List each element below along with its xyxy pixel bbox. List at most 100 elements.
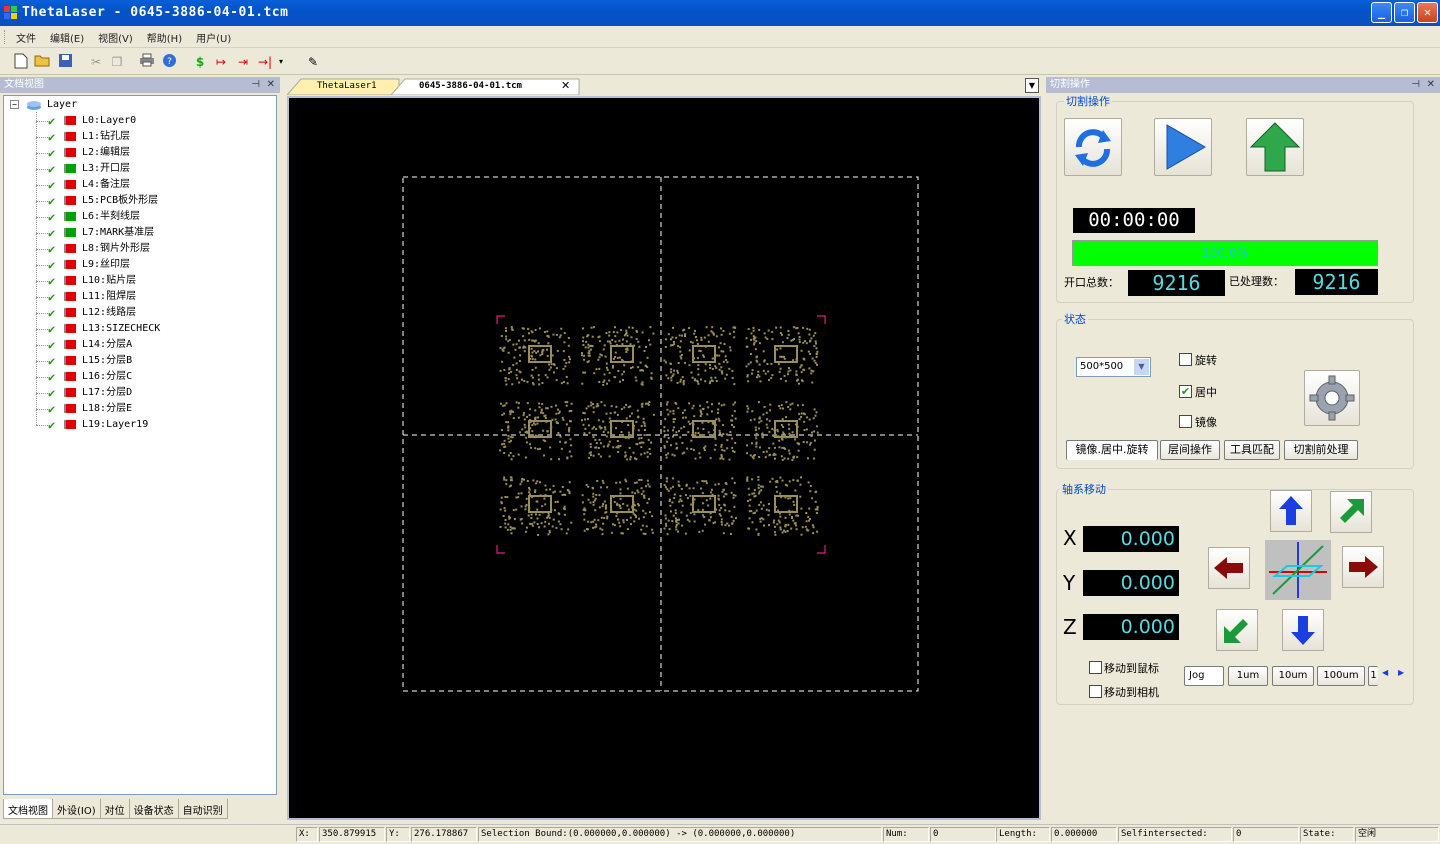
move-right-button[interactable] (1342, 546, 1384, 588)
move-to-camera-checkbox[interactable] (1089, 685, 1102, 698)
red-flag-icon[interactable] (64, 244, 76, 253)
visible-check-icon[interactable]: ✔ (48, 225, 55, 241)
red-flag-icon[interactable] (64, 372, 76, 381)
tab-auto-recognition[interactable]: 自动识别 (177, 799, 228, 819)
close-button[interactable]: ✕ (1417, 2, 1438, 23)
pin-icon[interactable]: ⊣ (251, 77, 260, 93)
rotate-checkbox[interactable] (1179, 353, 1192, 366)
red-flag-icon[interactable] (64, 196, 76, 205)
visible-check-icon[interactable]: ✔ (48, 321, 55, 337)
visible-check-icon[interactable]: ✔ (48, 385, 55, 401)
layer-row[interactable]: ✔ L13:SIZECHECK (4, 321, 264, 337)
layer-row[interactable]: ✔ L0:Layer0 (4, 113, 264, 129)
move-down-button[interactable] (1282, 609, 1324, 651)
layer-row[interactable]: ✔ L8:钢片外形层 (4, 241, 264, 257)
layer-row[interactable]: ✔ L18:分层E (4, 401, 264, 417)
move-down-left-button[interactable] (1216, 609, 1258, 651)
step-100um[interactable]: 100um (1317, 666, 1365, 686)
step-icon[interactable]: ↦ (212, 53, 230, 71)
green-flag-icon[interactable] (64, 212, 76, 221)
size-select[interactable]: 500*500 ▼ (1076, 357, 1151, 377)
panel-close-icon[interactable]: ✕ (267, 77, 275, 93)
red-flag-icon[interactable] (64, 404, 76, 413)
tab-pre-cut[interactable]: 切割前处理 (1284, 440, 1358, 460)
visible-check-icon[interactable]: ✔ (48, 193, 55, 209)
visible-check-icon[interactable]: ✔ (48, 129, 55, 145)
layer-row[interactable]: ✔ L10:贴片层 (4, 273, 264, 289)
drawing-canvas[interactable] (287, 96, 1041, 820)
step-scroll-right-icon[interactable]: ▶ (1398, 668, 1404, 677)
dollar-icon[interactable]: $ (191, 53, 209, 71)
menu-view[interactable]: 视图(V) (91, 26, 140, 45)
visible-check-icon[interactable]: ✔ (48, 401, 55, 417)
chevron-down-icon[interactable]: ▼ (1134, 359, 1149, 375)
menu-file[interactable]: 文件 (9, 26, 43, 45)
visible-check-icon[interactable]: ✔ (48, 273, 55, 289)
collapse-icon[interactable]: − (10, 100, 19, 109)
move-up-right-button[interactable] (1330, 491, 1372, 533)
visible-check-icon[interactable]: ✔ (48, 161, 55, 177)
layer-row[interactable]: ✔ L19:Layer19 (4, 417, 264, 433)
visible-check-icon[interactable]: ✔ (48, 113, 55, 129)
layer-row[interactable]: ✔ L5:PCB板外形层 (4, 193, 264, 209)
layer-row[interactable]: ✔ L6:半刻线层 (4, 209, 264, 225)
red-flag-icon[interactable] (64, 356, 76, 365)
layer-row[interactable]: ✔ L4:备注层 (4, 177, 264, 193)
layer-row[interactable]: ✔ L12:线路层 (4, 305, 264, 321)
step-1um[interactable]: 1um (1228, 666, 1268, 686)
visible-check-icon[interactable]: ✔ (48, 417, 55, 433)
visible-check-icon[interactable]: ✔ (48, 337, 55, 353)
visible-check-icon[interactable]: ✔ (48, 145, 55, 161)
visible-check-icon[interactable]: ✔ (48, 289, 55, 305)
minimize-button[interactable]: _ (1371, 2, 1392, 23)
settings-button[interactable] (1304, 370, 1360, 426)
print-icon[interactable] (138, 53, 156, 71)
step-10um[interactable]: 10um (1272, 666, 1314, 686)
menu-edit[interactable]: 编辑(E) (43, 26, 91, 45)
visible-check-icon[interactable]: ✔ (48, 241, 55, 257)
red-flag-icon[interactable] (64, 180, 76, 189)
move-up-button[interactable] (1270, 490, 1312, 532)
step-1mm[interactable]: 1 (1368, 666, 1378, 686)
red-flag-icon[interactable] (64, 388, 76, 397)
green-flag-icon[interactable] (64, 228, 76, 237)
red-flag-icon[interactable] (64, 420, 76, 429)
red-flag-icon[interactable] (64, 340, 76, 349)
layer-row[interactable]: ✔ L17:分层D (4, 385, 264, 401)
menu-help[interactable]: 帮助(H) (140, 26, 189, 45)
restore-button[interactable]: ❐ (1394, 2, 1415, 23)
tab-tool-match[interactable]: 工具匹配 (1224, 440, 1280, 460)
step-right-icon[interactable]: ⇥ (234, 53, 252, 71)
layer-row[interactable]: ✔ L9:丝印层 (4, 257, 264, 273)
jump-end-icon[interactable]: →| (256, 53, 274, 71)
layer-row[interactable]: ✔ L7:MARK基准层 (4, 225, 264, 241)
visible-check-icon[interactable]: ✔ (48, 305, 55, 321)
red-flag-icon[interactable] (64, 132, 76, 141)
move-to-mouse-checkbox[interactable] (1089, 661, 1102, 674)
layer-row[interactable]: ✔ L2:编辑层 (4, 145, 264, 161)
red-flag-icon[interactable] (64, 308, 76, 317)
pointer-icon[interactable]: ✎ (304, 53, 322, 71)
tab-thetalaser1[interactable]: ThetaLaser1 (287, 78, 377, 95)
right-panel-close-icon[interactable]: ✕ (1427, 77, 1435, 93)
toolbar-dropdown-icon[interactable]: ▾ (276, 53, 286, 71)
visible-check-icon[interactable]: ✔ (48, 257, 55, 273)
right-pin-icon[interactable]: ⊣ (1411, 77, 1420, 93)
tab-document-view[interactable]: 文档视图 (3, 799, 53, 819)
doc-tabs-dropdown-icon[interactable]: ▼ (1025, 78, 1039, 93)
red-flag-icon[interactable] (64, 324, 76, 333)
cut-icon[interactable]: ✂ (87, 53, 105, 71)
visible-check-icon[interactable]: ✔ (48, 369, 55, 385)
layer-row[interactable]: ✔ L11:阻焊层 (4, 289, 264, 305)
move-left-button[interactable] (1208, 547, 1250, 589)
visible-check-icon[interactable]: ✔ (48, 209, 55, 225)
layer-row[interactable]: ✔ L14:分层A (4, 337, 264, 353)
red-flag-icon[interactable] (64, 276, 76, 285)
axis-center-pad[interactable] (1265, 540, 1331, 600)
tab-device-status[interactable]: 设备状态 (128, 799, 179, 819)
mirror-checkbox[interactable] (1179, 415, 1192, 428)
help-icon[interactable]: ? (160, 53, 178, 71)
tab-mirror-center-rotate[interactable]: 镜像.居中.旋转 (1066, 440, 1158, 460)
copy-icon[interactable]: ❐ (108, 53, 126, 71)
visible-check-icon[interactable]: ✔ (48, 177, 55, 193)
